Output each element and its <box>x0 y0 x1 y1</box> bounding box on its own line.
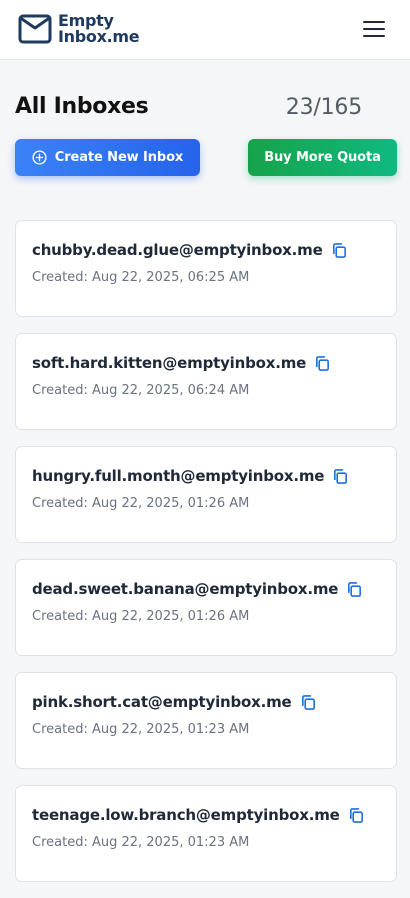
inbox-created-date: Created: Aug 22, 2025, 01:23 AM <box>32 835 250 850</box>
page-title: All Inboxes <box>15 94 149 119</box>
copy-icon[interactable] <box>314 355 331 372</box>
inbox-created-date: Created: Aug 22, 2025, 01:23 AM <box>32 722 250 737</box>
inbox-created-date: Created: Aug 22, 2025, 01:26 AM <box>32 496 250 511</box>
buy-more-quota-button[interactable]: Buy More Quota <box>248 139 397 176</box>
inbox-card[interactable]: hungry.full.month@emptyinbox.me Created:… <box>15 446 397 543</box>
inbox-email: dead.sweet.banana@emptyinbox.me <box>32 580 339 598</box>
inbox-list: chubby.dead.glue@emptyinbox.me Created: … <box>15 220 397 898</box>
buy-button-label: Buy More Quota <box>264 150 381 165</box>
inbox-card[interactable]: pink.short.cat@emptyinbox.me Created: Au… <box>15 672 397 769</box>
logo-text: Empty Inbox.me <box>58 13 140 46</box>
envelope-check-icon <box>18 14 52 43</box>
copy-icon[interactable] <box>346 581 363 598</box>
inbox-card[interactable]: soft.hard.kitten@emptyinbox.me Created: … <box>15 333 397 430</box>
hamburger-menu-icon[interactable] <box>362 19 387 39</box>
inbox-created-date: Created: Aug 22, 2025, 06:24 AM <box>32 383 250 398</box>
inbox-email: soft.hard.kitten@emptyinbox.me <box>32 354 307 372</box>
inbox-email: chubby.dead.glue@emptyinbox.me <box>32 241 323 259</box>
logo[interactable]: Empty Inbox.me <box>18 12 140 46</box>
copy-icon[interactable] <box>332 468 349 485</box>
inbox-card[interactable]: chubby.dead.glue@emptyinbox.me Created: … <box>15 220 397 317</box>
inbox-email: hungry.full.month@emptyinbox.me <box>32 467 325 485</box>
inbox-created-date: Created: Aug 22, 2025, 06:25 AM <box>32 270 250 285</box>
inbox-card[interactable]: teenage.low.branch@emptyinbox.me Created… <box>15 785 397 882</box>
create-new-inbox-button[interactable]: Create New Inbox <box>15 139 200 176</box>
copy-icon[interactable] <box>348 807 365 824</box>
inbox-email: teenage.low.branch@emptyinbox.me <box>32 806 340 824</box>
inbox-created-date: Created: Aug 22, 2025, 01:26 AM <box>32 609 250 624</box>
inbox-card[interactable]: dead.sweet.banana@emptyinbox.me Created:… <box>15 559 397 656</box>
inbox-email: pink.short.cat@emptyinbox.me <box>32 693 292 711</box>
logo-line-2: Inbox.me <box>58 27 140 46</box>
copy-icon[interactable] <box>331 242 348 259</box>
top-header: Empty Inbox.me <box>0 0 410 60</box>
quota-counter: 23/165 <box>285 95 362 120</box>
plus-circle-icon <box>32 150 47 165</box>
copy-icon[interactable] <box>300 694 317 711</box>
create-button-label: Create New Inbox <box>54 150 184 165</box>
